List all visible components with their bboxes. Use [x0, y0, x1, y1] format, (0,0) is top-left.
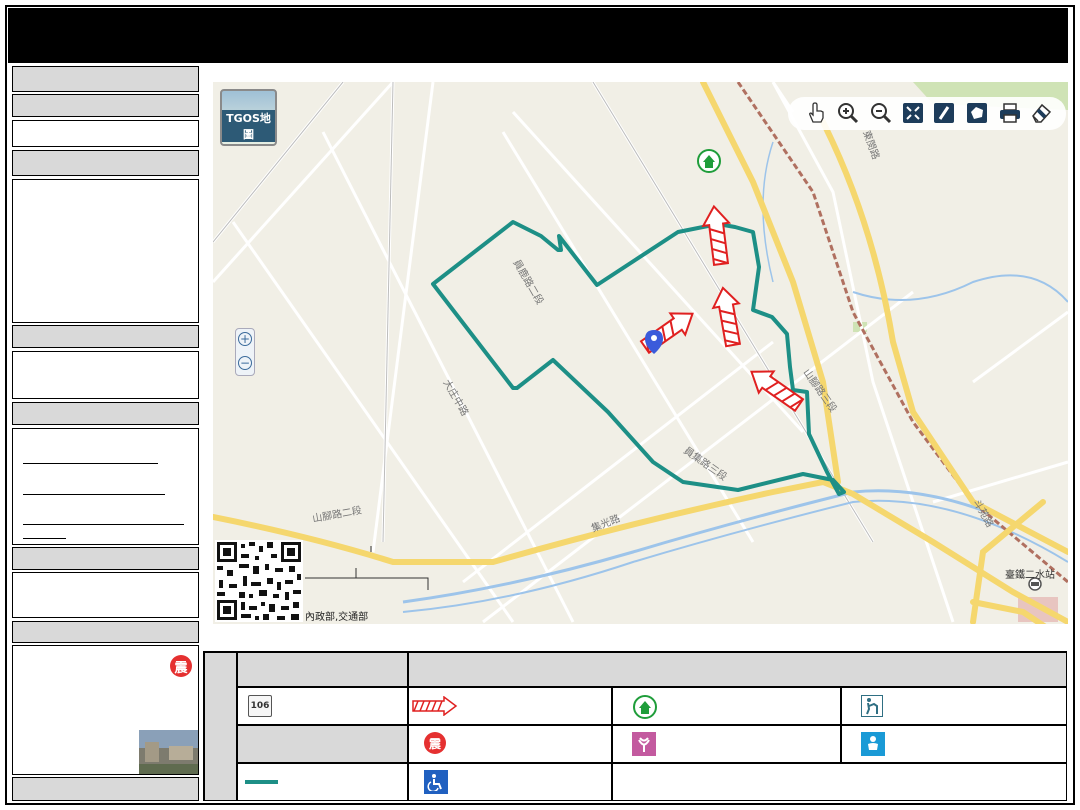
header-bar — [8, 8, 1068, 63]
sidebar-field-4 — [12, 572, 199, 618]
earthquake-badge-label: 震 — [174, 660, 188, 676]
legend-side-header — [204, 652, 237, 801]
road-number-106-icon: 106 — [248, 695, 272, 717]
tgos-logo[interactable]: TGOS地圖 — [220, 89, 277, 146]
legend-cell — [237, 725, 408, 763]
zoom-in-button[interactable]: + — [238, 332, 252, 346]
earthquake-icon: 震 — [170, 655, 192, 677]
legend-cell — [612, 763, 1067, 801]
legend-header-2 — [408, 652, 1067, 687]
sidebar-link-3-cont[interactable] — [23, 538, 66, 539]
evacuation-direction-arrow-icon — [412, 696, 458, 716]
sidebar-field-3 — [12, 351, 199, 399]
sidebar-header-1 — [12, 66, 199, 92]
sidebar: 震 — [12, 66, 199, 802]
map-canvas[interactable]: 山腳路三段 東閔路 員集路三段 集光路 山腳路二段 員鹿路二段 大庄中路 斗苑路 — [213, 82, 1068, 624]
school-photo — [139, 730, 198, 774]
sidebar-header-2 — [12, 94, 199, 117]
map-attribution: 內政部,交通部 — [305, 612, 369, 623]
hand-icon[interactable] — [803, 100, 829, 126]
infant-care-icon — [861, 732, 885, 756]
sidebar-link-list — [12, 428, 199, 545]
full-extent-icon[interactable] — [900, 100, 926, 126]
print-icon[interactable] — [997, 100, 1023, 126]
eraser-icon[interactable] — [1028, 100, 1054, 126]
sidebar-field-2 — [12, 179, 199, 323]
measure-area-icon[interactable] — [964, 100, 990, 126]
sidebar-header-8 — [12, 777, 199, 801]
zoom-control: + − — [235, 328, 255, 376]
road-number-label: 106 — [250, 701, 270, 711]
evacuation-boundary-line-icon — [245, 780, 278, 784]
zoom-in-icon[interactable] — [835, 100, 861, 126]
women-shelter-icon — [632, 732, 656, 756]
sidebar-header-5 — [12, 402, 199, 425]
qr-code — [215, 540, 303, 622]
earthquake-legend-label: 震 — [428, 736, 441, 751]
measure-line-icon[interactable] — [931, 100, 957, 126]
zoom-out-button[interactable]: − — [238, 356, 252, 370]
earthquake-icon: 震 — [424, 732, 446, 754]
sidebar-link-2[interactable] — [23, 494, 165, 495]
disability-icon — [424, 770, 448, 794]
tgos-logo-label: TGOS地圖 — [222, 110, 275, 142]
station-label: 臺鐵二水站 — [1005, 570, 1055, 581]
sidebar-header-6 — [12, 547, 199, 570]
sidebar-header-4 — [12, 325, 199, 348]
map-toolbar — [788, 97, 1066, 130]
shelter-icon — [632, 694, 658, 720]
sidebar-header-3 — [12, 150, 199, 176]
legend-table: 106 震 — [203, 651, 1067, 801]
sidebar-header-7 — [12, 621, 199, 643]
legend-header-1 — [237, 652, 408, 687]
sidebar-field-5: 震 — [12, 645, 199, 775]
sidebar-field-1 — [12, 120, 199, 147]
sidebar-link-1[interactable] — [23, 463, 158, 464]
sidebar-link-3[interactable] — [23, 524, 184, 525]
zoom-out-icon[interactable] — [868, 100, 894, 126]
shelter-marker-icon — [697, 149, 721, 173]
elderly-care-icon — [861, 695, 883, 717]
map-view[interactable]: 山腳路三段 東閔路 員集路三段 集光路 山腳路二段 員鹿路二段 大庄中路 斗苑路… — [213, 82, 1068, 624]
